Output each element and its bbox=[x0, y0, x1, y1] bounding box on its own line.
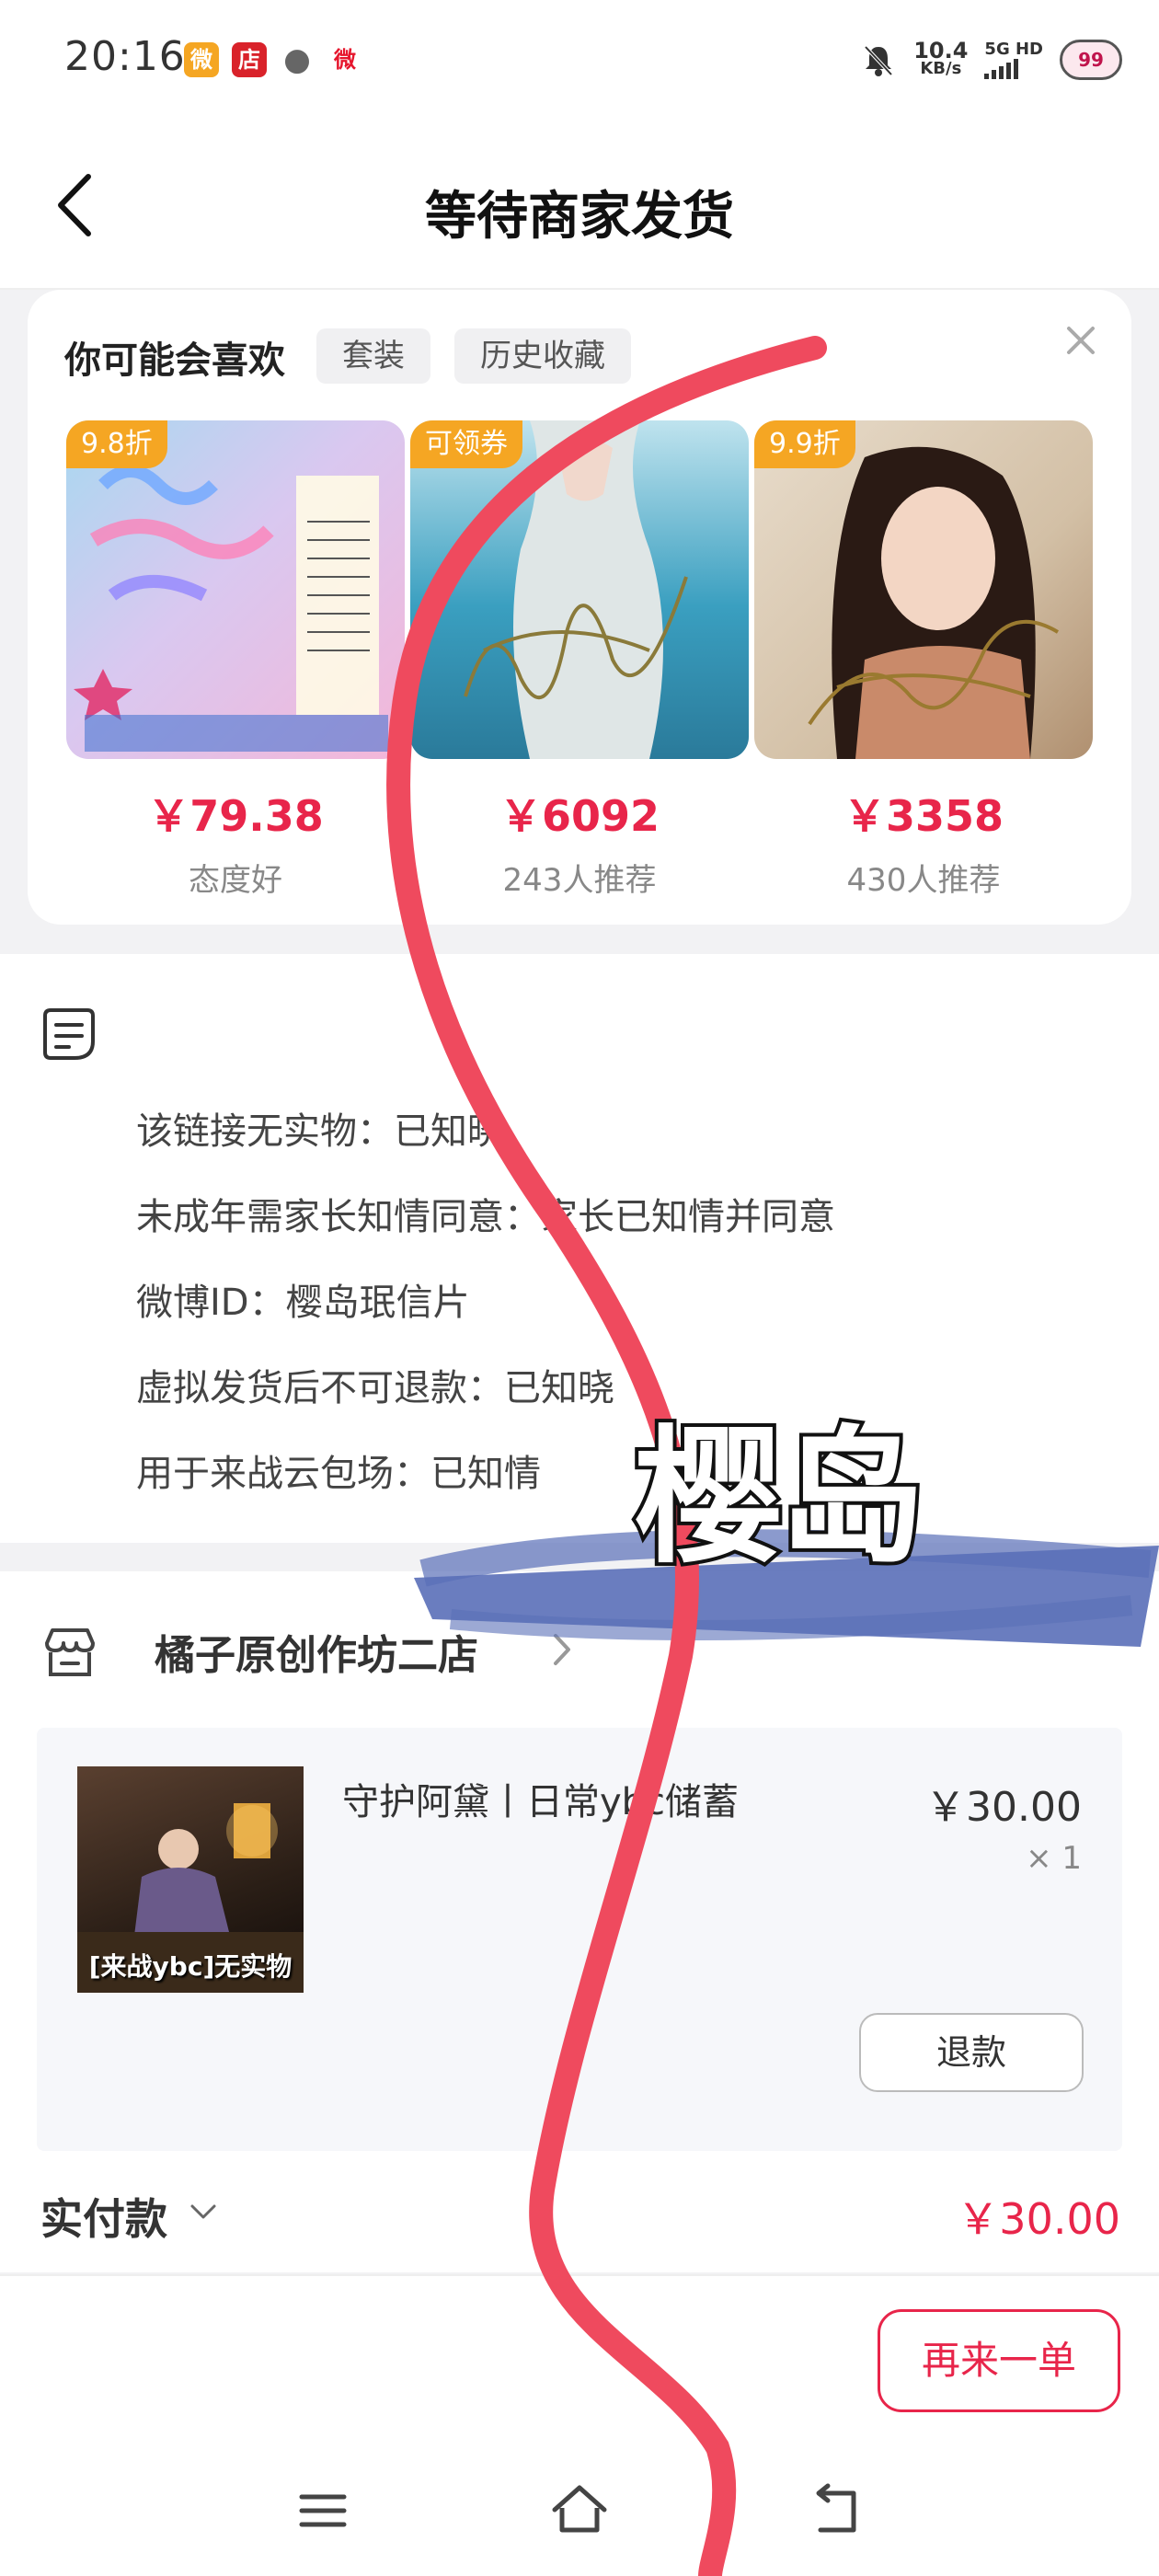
item-price: ￥30.00 bbox=[925, 1784, 1082, 1831]
signed-photo bbox=[464, 420, 688, 759]
signal-group: 5G HD bbox=[984, 40, 1043, 79]
product-price: ￥6092 bbox=[499, 791, 660, 841]
chevron-down-icon[interactable] bbox=[189, 2201, 218, 2225]
order-notes-section: 该链接无实物：已知晓 未成年需家长知情同意：家长已知情并同意 微博ID：樱岛珉信… bbox=[0, 954, 1159, 1543]
paid-label[interactable]: 实付款 bbox=[40, 2186, 167, 2247]
tab-history-favorites[interactable]: 历史收藏 bbox=[454, 328, 631, 384]
weibo-icon: 微 bbox=[334, 47, 356, 73]
recommend-section: 你可能会喜欢 套装 历史收藏 9.8折 ￥79.38 态度好 可领券 ￥6092… bbox=[0, 290, 1159, 954]
note-icon bbox=[43, 1008, 95, 1060]
weibo-icon: 微 bbox=[184, 42, 219, 77]
note-line: 用于来战云包场：已知情 bbox=[136, 1453, 541, 1495]
shop-name[interactable]: 橘子原创作坊二店 bbox=[155, 1622, 478, 1681]
menu-icon[interactable] bbox=[291, 2478, 355, 2543]
note-line: 微博ID：樱岛珉信片 bbox=[136, 1282, 470, 1324]
shop-icon bbox=[45, 1628, 95, 1676]
refund-button[interactable]: 退款 bbox=[859, 2013, 1084, 2092]
product-price: ￥79.38 bbox=[147, 791, 324, 841]
page-header: 等待商家发货 bbox=[0, 120, 1159, 290]
recommend-card: 你可能会喜欢 套装 历史收藏 9.8折 ￥79.38 态度好 可领券 ￥6092… bbox=[28, 290, 1131, 925]
product-card[interactable]: 9.8折 ￥79.38 态度好 bbox=[66, 420, 405, 900]
product-price: ￥3358 bbox=[843, 791, 1004, 841]
signed-portrait bbox=[808, 446, 1060, 759]
note-line: 未成年需家长知情同意：家长已知情并同意 bbox=[136, 1196, 835, 1238]
status-indicators: 10.4 KB/s 5G HD 99 bbox=[860, 37, 1122, 83]
product-subtitle: 430人推荐 bbox=[846, 862, 1001, 899]
item-quantity: × 1 bbox=[1026, 1840, 1082, 1877]
product-image[interactable]: 9.8折 bbox=[66, 420, 405, 759]
item-thumbnail[interactable]: [来战ybc]无实物 bbox=[77, 1766, 304, 1993]
bottom-action-bar: 再来一单 bbox=[0, 2274, 1159, 2438]
back-icon[interactable] bbox=[804, 2478, 868, 2543]
product-subtitle: 态度好 bbox=[189, 862, 282, 899]
product-badge: 9.9折 bbox=[754, 420, 855, 468]
net-type: 5G HD bbox=[984, 40, 1043, 59]
paid-amount: ￥30.00 bbox=[957, 2194, 1120, 2244]
net-speed: 10.4 KB/s bbox=[913, 38, 969, 78]
product-card[interactable]: 可领券 ￥6092 243人推荐 bbox=[410, 420, 749, 900]
item-thumbnail-label: [来战ybc]无实物 bbox=[88, 1951, 293, 1982]
item-title[interactable]: 守护阿黛丨日常ybc储蓄 bbox=[342, 1772, 739, 1825]
product-badge: 可领券 bbox=[410, 420, 522, 468]
wechat-icon: ● bbox=[283, 41, 311, 78]
sticker-text: 樱岛 bbox=[631, 1411, 929, 1583]
net-speed-value: 10.4 bbox=[913, 38, 969, 63]
status-time: 20:16 bbox=[64, 33, 186, 80]
page-title: 等待商家发货 bbox=[425, 187, 734, 247]
product-subtitle: 243人推荐 bbox=[502, 862, 657, 899]
signal-icon bbox=[984, 59, 1043, 79]
order-section: 橘子原创作坊二店 [来战ybc]无实物 守护阿黛丨日常ybc储蓄 ￥30.00 … bbox=[0, 1571, 1159, 2272]
close-icon[interactable] bbox=[1058, 317, 1104, 363]
note-line: 虚拟发货后不可退款：已知晓 bbox=[136, 1367, 614, 1409]
status-bar: 20:16 微 店 ● 微 10.4 KB/s 5G HD 99 bbox=[0, 0, 1159, 120]
battery-icon: 99 bbox=[1060, 40, 1122, 80]
home-icon[interactable] bbox=[547, 2478, 612, 2543]
product-card[interactable]: 9.9折 ￥3358 430人推荐 bbox=[754, 420, 1093, 900]
product-badge: 9.8折 bbox=[66, 420, 167, 468]
product-image[interactable]: 9.9折 bbox=[754, 420, 1093, 759]
note-line: 该链接无实物：已知晓 bbox=[136, 1110, 504, 1153]
mute-bell-icon bbox=[864, 45, 893, 76]
battery-level: 99 bbox=[1078, 49, 1104, 71]
order-item[interactable]: [来战ybc]无实物 守护阿黛丨日常ybc储蓄 ￥30.00 × 1 退款 bbox=[37, 1728, 1122, 2151]
reorder-button[interactable]: 再来一单 bbox=[878, 2309, 1120, 2412]
product-image[interactable]: 可领券 bbox=[410, 420, 749, 759]
system-nav-bar bbox=[0, 2438, 1159, 2576]
store-icon: 店 bbox=[232, 42, 267, 77]
chevron-right-icon[interactable] bbox=[548, 1627, 576, 1673]
sports-meeting-poster bbox=[74, 465, 388, 752]
recommend-title: 你可能会喜欢 bbox=[64, 339, 285, 382]
net-speed-unit: KB/s bbox=[920, 59, 962, 78]
tab-suit[interactable]: 套装 bbox=[316, 328, 430, 384]
